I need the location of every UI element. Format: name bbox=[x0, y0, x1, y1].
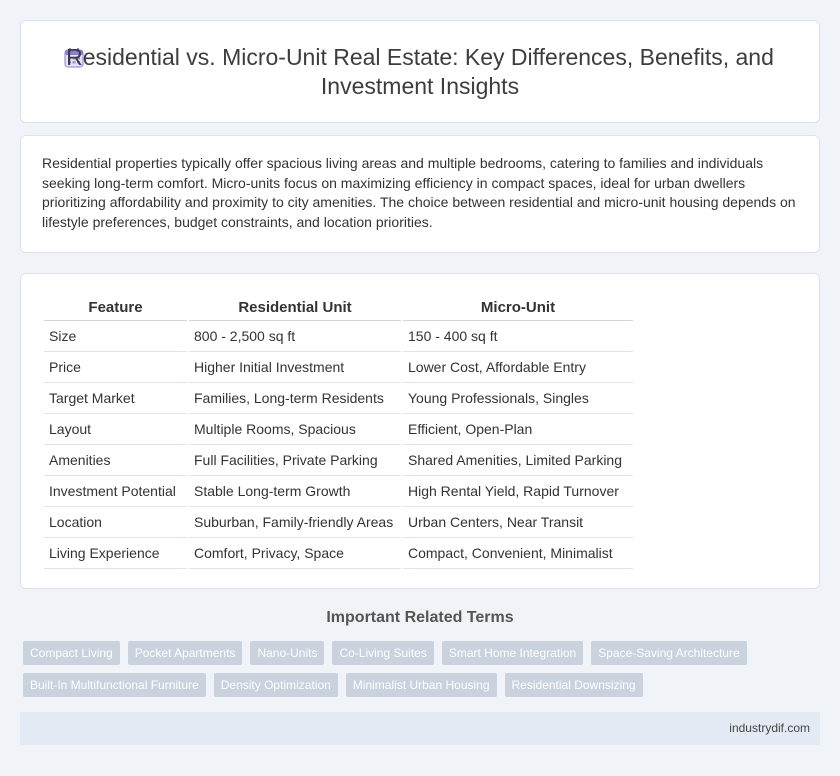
related-terms-heading: Important Related Terms bbox=[326, 609, 514, 626]
micro-unit-cell: 150 - 400 sq ft bbox=[403, 321, 633, 352]
table-row: Target Market Families, Long-term Reside… bbox=[44, 383, 633, 414]
table-row: Price Higher Initial Investment Lower Co… bbox=[44, 352, 633, 383]
table-row: Investment Potential Stable Long-term Gr… bbox=[44, 476, 633, 507]
header-card: Residential vs. Micro-Unit Real Estate: … bbox=[20, 20, 820, 123]
comparison-card: Feature Residential Unit Micro-Unit Size… bbox=[20, 273, 820, 589]
intro-card: Residential properties typically offer s… bbox=[20, 135, 820, 253]
feature-cell: Target Market bbox=[44, 383, 187, 414]
micro-unit-cell: Lower Cost, Affordable Entry bbox=[403, 352, 633, 383]
comparison-table: Feature Residential Unit Micro-Unit Size… bbox=[42, 294, 635, 569]
related-term-tag[interactable]: Built-In Multifunctional Furniture bbox=[23, 673, 206, 697]
residential-cell: Suburban, Family-friendly Areas bbox=[189, 507, 401, 538]
related-term-tag[interactable]: Pocket Apartments bbox=[127, 641, 243, 665]
related-term-tag[interactable]: Compact Living bbox=[23, 641, 120, 665]
residential-cell: Comfort, Privacy, Space bbox=[189, 538, 401, 569]
feature-cell: Living Experience bbox=[44, 538, 187, 569]
micro-unit-cell: Urban Centers, Near Transit bbox=[403, 507, 633, 538]
table-row: Living Experience Comfort, Privacy, Spac… bbox=[44, 538, 633, 569]
micro-unit-cell: Efficient, Open-Plan bbox=[403, 414, 633, 445]
related-term-tag[interactable]: Nano-Units bbox=[250, 641, 325, 665]
page-title: Residential vs. Micro-Unit Real Estate: … bbox=[66, 44, 774, 99]
related-term-tag[interactable]: Minimalist Urban Housing bbox=[345, 673, 497, 697]
column-header-residential: Residential Unit bbox=[189, 294, 401, 321]
feature-cell: Location bbox=[44, 507, 187, 538]
table-row: Location Suburban, Family-friendly Areas… bbox=[44, 507, 633, 538]
feature-cell: Layout bbox=[44, 414, 187, 445]
footer-site-name[interactable]: industrydif.com bbox=[729, 721, 810, 735]
residential-cell: Full Facilities, Private Parking bbox=[189, 445, 401, 476]
column-header-micro-unit: Micro-Unit bbox=[403, 294, 633, 321]
table-row: Amenities Full Facilities, Private Parki… bbox=[44, 445, 633, 476]
related-term-tag[interactable]: Smart Home Integration bbox=[441, 641, 584, 665]
residential-cell: Multiple Rooms, Spacious bbox=[189, 414, 401, 445]
related-terms-list: Compact Living Pocket Apartments Nano-Un… bbox=[23, 641, 783, 697]
micro-unit-cell: Young Professionals, Singles bbox=[403, 383, 633, 414]
feature-cell: Price bbox=[44, 352, 187, 383]
micro-unit-cell: Compact, Convenient, Minimalist bbox=[403, 538, 633, 569]
feature-cell: Size bbox=[44, 321, 187, 352]
residential-cell: Higher Initial Investment bbox=[189, 352, 401, 383]
micro-unit-cell: High Rental Yield, Rapid Turnover bbox=[403, 476, 633, 507]
residential-cell: 800 - 2,500 sq ft bbox=[189, 321, 401, 352]
table-row: Size 800 - 2,500 sq ft 150 - 400 sq ft bbox=[44, 321, 633, 352]
micro-unit-cell: Shared Amenities, Limited Parking bbox=[403, 445, 633, 476]
related-term-tag[interactable]: Co-Living Suites bbox=[332, 641, 434, 665]
related-term-tag[interactable]: Residential Downsizing bbox=[504, 673, 643, 697]
residential-cell: Families, Long-term Residents bbox=[189, 383, 401, 414]
related-term-tag[interactable]: Space-Saving Architecture bbox=[591, 641, 747, 665]
table-row: Layout Multiple Rooms, Spacious Efficien… bbox=[44, 414, 633, 445]
intro-paragraph: Residential properties typically offer s… bbox=[42, 155, 796, 230]
feature-cell: Amenities bbox=[44, 445, 187, 476]
residential-cell: Stable Long-term Growth bbox=[189, 476, 401, 507]
related-term-tag[interactable]: Density Optimization bbox=[213, 673, 338, 697]
table-header-row: Feature Residential Unit Micro-Unit bbox=[44, 294, 633, 321]
column-header-feature: Feature bbox=[44, 294, 187, 321]
footer-bar: industrydif.com bbox=[20, 712, 820, 745]
feature-cell: Investment Potential bbox=[44, 476, 187, 507]
